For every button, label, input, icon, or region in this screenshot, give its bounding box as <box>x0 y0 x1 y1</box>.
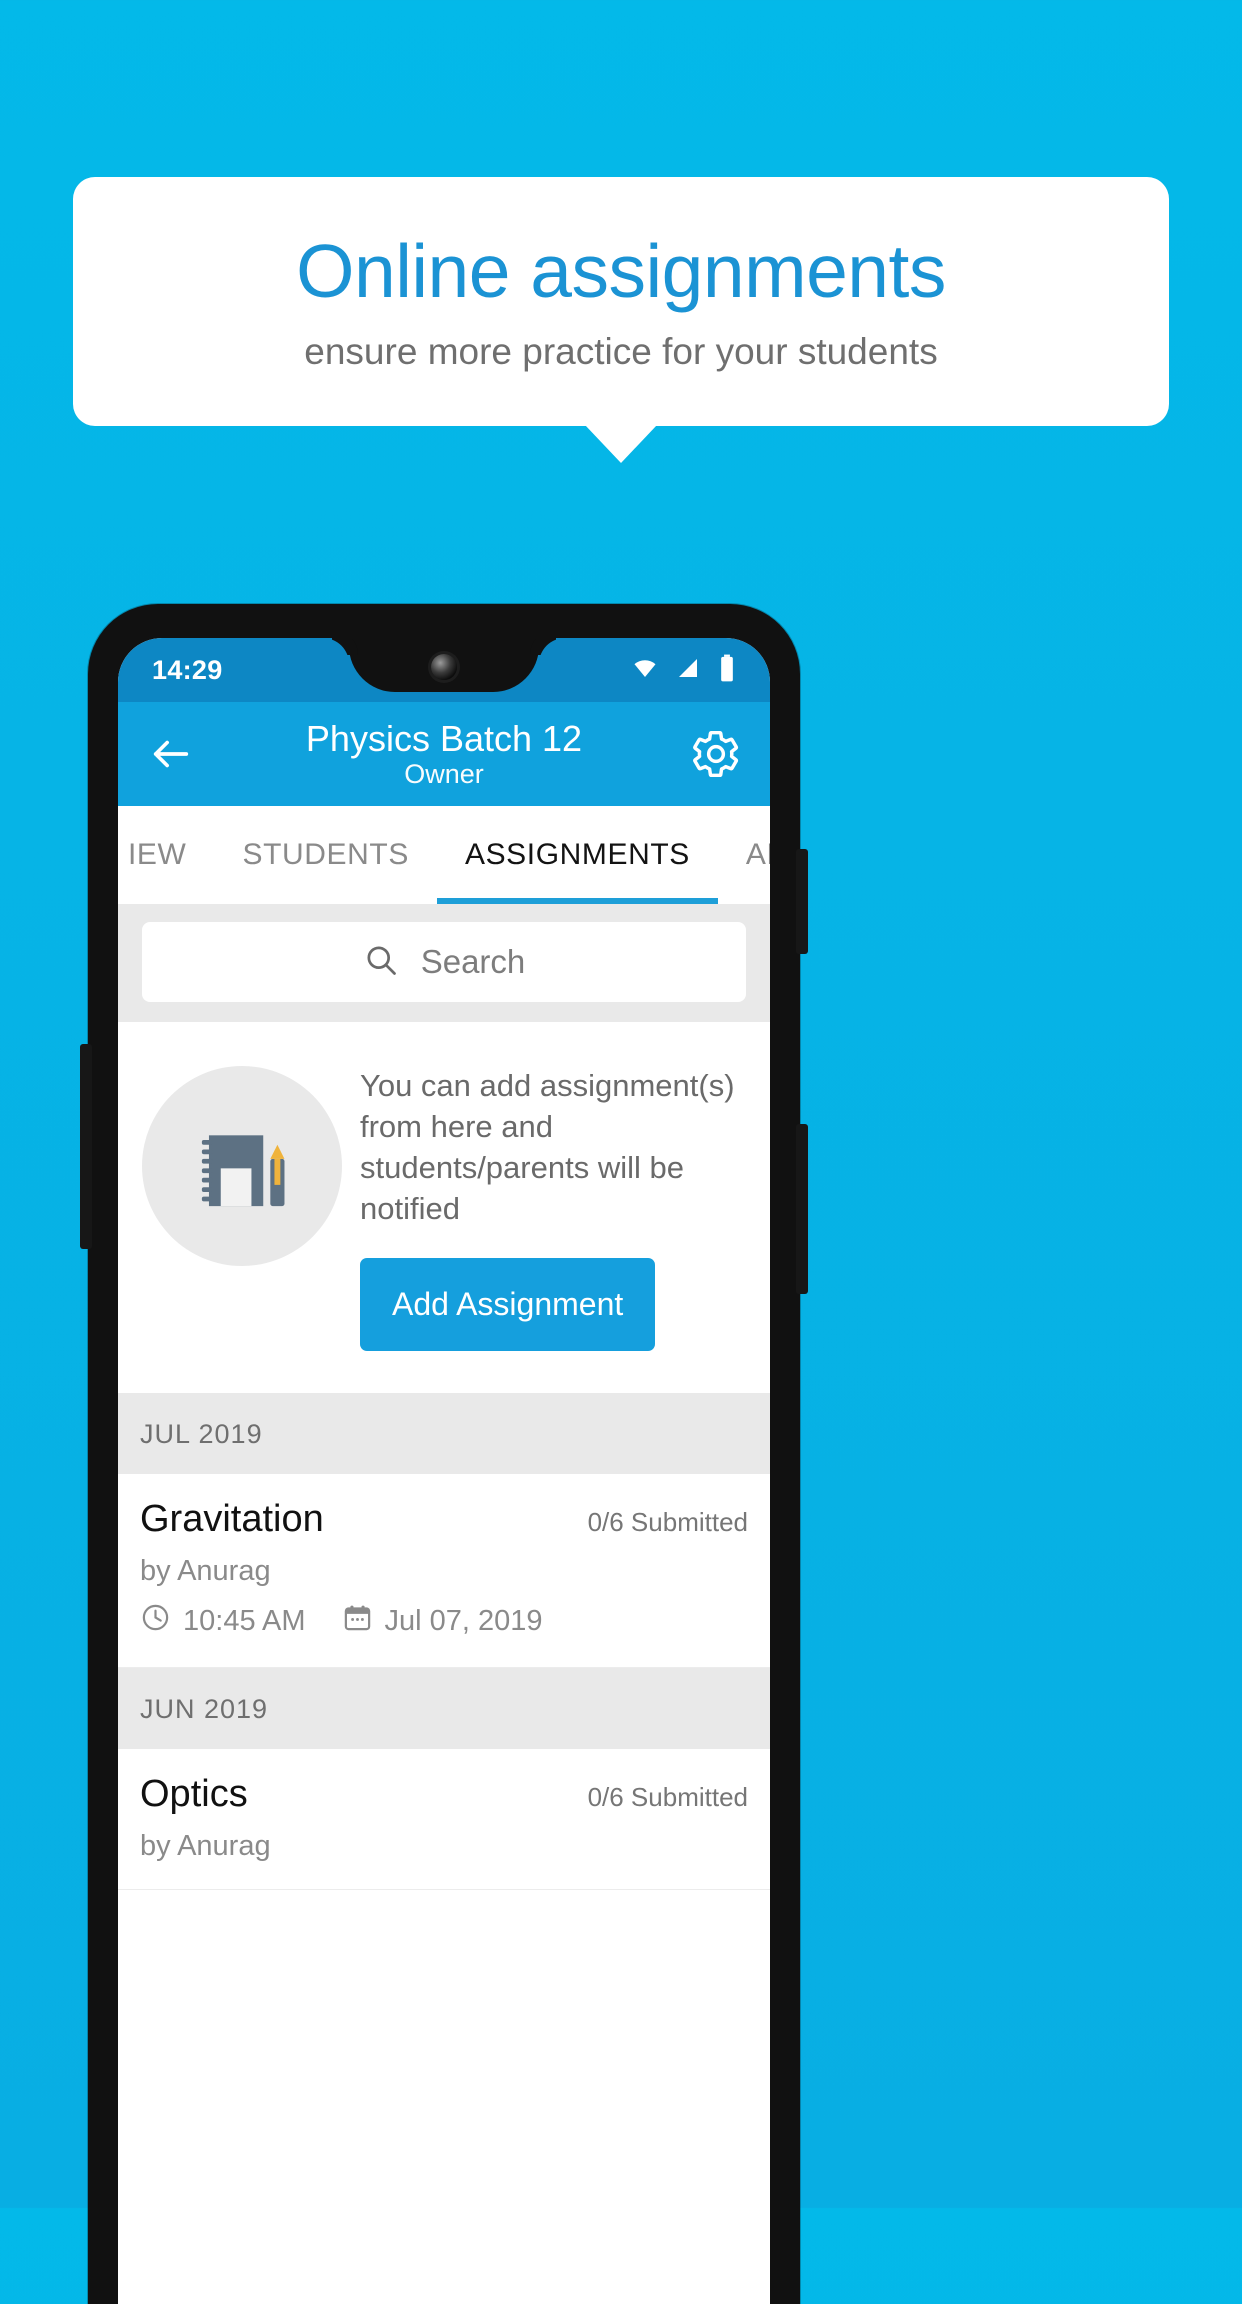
add-assignment-button[interactable]: Add Assignment <box>360 1257 656 1351</box>
gear-icon[interactable] <box>690 728 742 780</box>
assignment-row-header: Gravitation 0/6 Submitted <box>140 1498 748 1541</box>
assignment-row-header: Optics 0/6 Submitted <box>140 1773 748 1816</box>
notebook-pen-icon <box>142 1066 342 1266</box>
phone-volume-button <box>796 1124 808 1294</box>
assignment-date: Jul 07, 2019 <box>384 1604 543 1637</box>
assignment-submitted-count: 0/6 Submitted <box>587 1506 748 1537</box>
assignment-submitted-count: 0/6 Submitted <box>587 1781 748 1812</box>
assignment-row-gravitation[interactable]: Gravitation 0/6 Submitted by Anurag 10:4… <box>118 1473 770 1668</box>
empty-state-message: You can add assignment(s) from here and … <box>360 1068 735 1226</box>
phone-power-button <box>796 849 808 954</box>
assignment-title: Optics <box>140 1772 248 1815</box>
app-bar-titles: Physics Batch 12 Owner <box>118 702 770 806</box>
phone-screen: 14:29 Physics Batch 12 Owner IEW STUDENT… <box>118 638 770 2304</box>
tab-students[interactable]: STUDENTS <box>214 806 436 904</box>
search-icon <box>363 942 399 983</box>
calendar-icon <box>342 1602 373 1641</box>
empty-state-content: You can add assignment(s) from here and … <box>360 1056 744 1351</box>
tab-overview[interactable]: IEW <box>118 806 214 904</box>
assignment-title: Gravitation <box>140 1497 324 1540</box>
front-camera-icon <box>431 654 457 680</box>
promo-title: Online assignments <box>296 229 946 314</box>
wifi-icon <box>630 656 660 685</box>
app-bar: Physics Batch 12 Owner <box>118 702 770 806</box>
status-bar: 14:29 <box>118 638 770 702</box>
status-time: 14:29 <box>152 654 223 685</box>
search-input[interactable]: Search <box>142 922 746 1002</box>
phone-notch <box>349 638 539 692</box>
tab-announcements[interactable]: ANNOUNCEMEN <box>718 806 770 904</box>
assignment-author: by Anurag <box>140 1829 271 1862</box>
page-title: Physics Batch 12 <box>305 717 583 759</box>
assignment-time: 10:45 AM <box>183 1604 306 1637</box>
promo-bubble: Online assignments ensure more practice … <box>73 177 1169 426</box>
search-section: Search <box>118 904 770 1022</box>
phone-mockup: 14:29 Physics Batch 12 Owner IEW STUDENT… <box>80 604 808 2304</box>
empty-state: You can add assignment(s) from here and … <box>118 1022 770 1393</box>
page-subtitle: Owner <box>404 759 484 790</box>
signal-icon <box>675 656 703 685</box>
promo-bubble-tail <box>585 425 657 463</box>
assignment-meta: 10:45 AM Jul 07, 2019 <box>140 1602 748 1641</box>
back-arrow-icon[interactable] <box>148 731 194 777</box>
tab-bar[interactable]: IEW STUDENTS ASSIGNMENTS ANNOUNCEMEN <box>118 806 770 904</box>
month-header-jul: JUL 2019 <box>118 1392 770 1474</box>
battery-icon <box>718 654 736 687</box>
search-placeholder: Search <box>420 943 526 980</box>
phone-side-button <box>80 1044 92 1249</box>
status-icons <box>630 654 736 687</box>
tab-assignments[interactable]: ASSIGNMENTS <box>436 806 718 904</box>
month-header-jun: JUN 2019 <box>118 1667 770 1749</box>
assignment-row-optics[interactable]: Optics 0/6 Submitted by Anurag <box>118 1748 770 1890</box>
promo-subtitle: ensure more practice for your students <box>304 330 938 372</box>
clock-icon <box>140 1602 171 1641</box>
assignment-author: by Anurag <box>140 1554 271 1587</box>
